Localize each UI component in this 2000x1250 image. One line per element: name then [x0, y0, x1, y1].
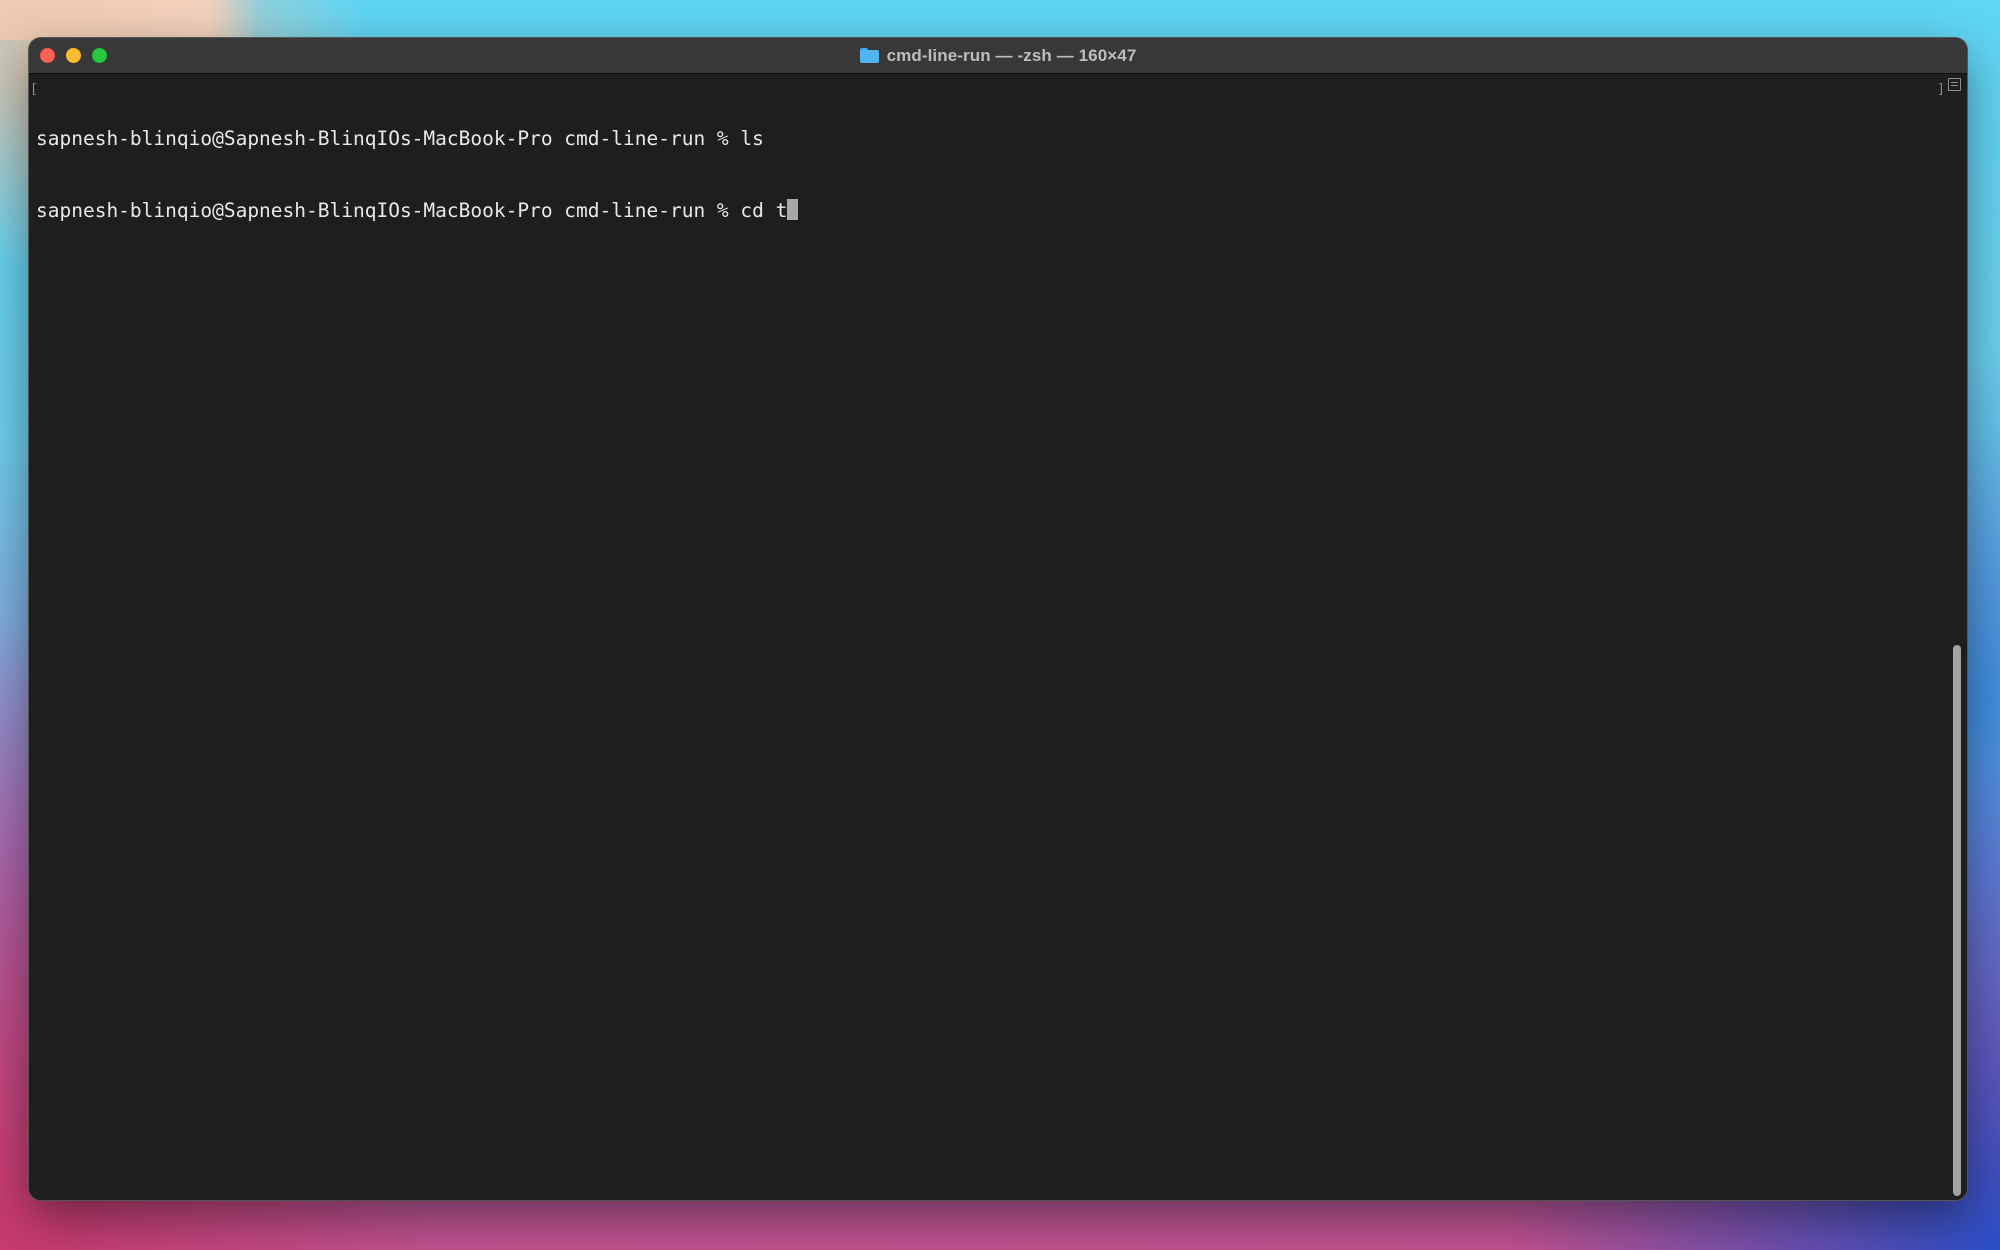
window-title: cmd-line-run — -zsh — 160×47: [29, 38, 1967, 73]
terminal-line-2: sapnesh-blinqio@Sapnesh-BlinqIOs-MacBook…: [36, 199, 1937, 223]
prompt-mark-right: ]: [1937, 82, 1945, 97]
marks-menu-icon[interactable]: [1948, 78, 1961, 91]
vertical-scrollbar[interactable]: [1952, 94, 1962, 1196]
folder-icon: [859, 48, 879, 63]
terminal-line-1: sapnesh-blinqio@Sapnesh-BlinqIOs-MacBook…: [36, 127, 764, 150]
terminal-output[interactable]: sapnesh-blinqio@Sapnesh-BlinqIOs-MacBook…: [36, 79, 1937, 1200]
terminal-content[interactable]: [ sapnesh-blinqio@Sapnesh-BlinqIOs-MacBo…: [29, 74, 1967, 1200]
scrollbar-thumb[interactable]: [1953, 645, 1961, 1196]
text-cursor: [787, 199, 799, 220]
desktop-wallpaper: [0, 0, 260, 40]
terminal-window: cmd-line-run — -zsh — 160×47 [ sapnesh-b…: [29, 38, 1967, 1200]
window-title-text: cmd-line-run — -zsh — 160×47: [886, 45, 1137, 65]
title-bar[interactable]: cmd-line-run — -zsh — 160×47: [29, 38, 1967, 74]
